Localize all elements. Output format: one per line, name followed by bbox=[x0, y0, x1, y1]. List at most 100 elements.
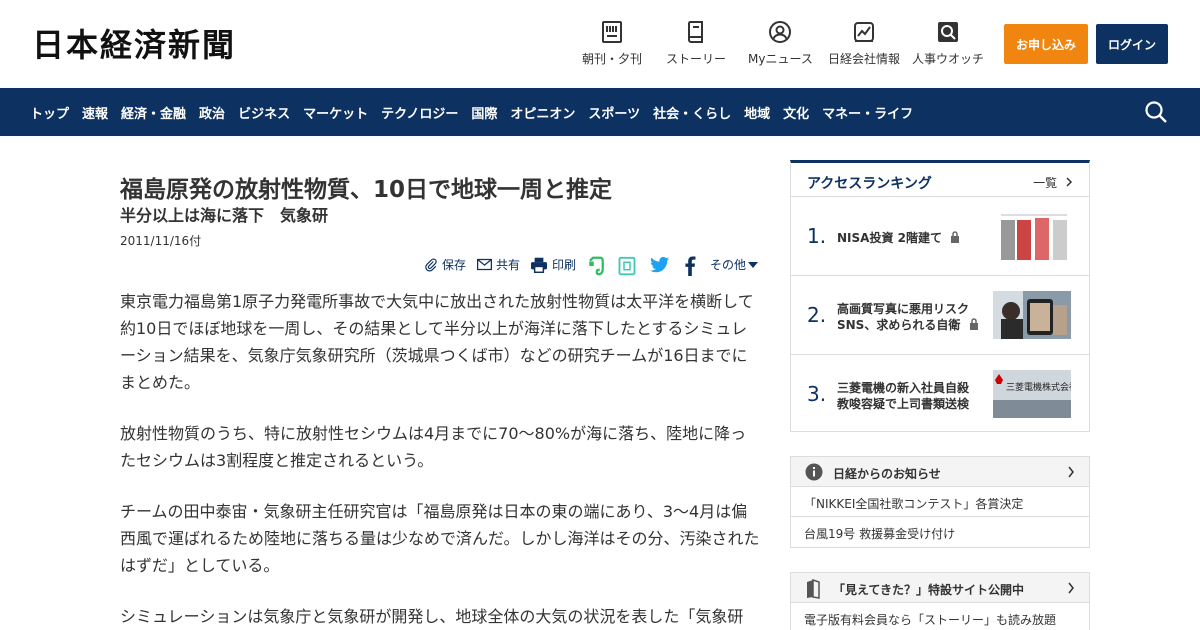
site-logo[interactable]: 日本経済新聞 bbox=[32, 26, 236, 64]
book-icon bbox=[687, 21, 703, 43]
article-paragraph: チームの田中泰宙・気象研主任研究官は「福島原発は日本の東の端にあり、3～4月は偏… bbox=[120, 502, 760, 575]
category-culture[interactable]: 文化 bbox=[783, 103, 809, 122]
site-header: 日本経済新聞 朝刊・夕刊 ストーリー Myニュース 日経会社情報 人事ウオッチ … bbox=[0, 0, 1200, 88]
ranking-title: アクセスランキング bbox=[807, 176, 932, 192]
share-button[interactable]: 共有 bbox=[477, 256, 520, 273]
lock-icon bbox=[951, 231, 960, 243]
nav-label: ストーリー bbox=[666, 52, 727, 66]
notices-header[interactable]: 日経からのお知らせ bbox=[791, 457, 1089, 487]
article-paragraph: シミュレーションは気象庁と気象研が開発し、地球全体の大気の状況を表した「気象研 bbox=[120, 607, 744, 626]
book-icon bbox=[807, 579, 820, 599]
ranking-number: 3. bbox=[807, 382, 827, 406]
login-button[interactable]: ログイン bbox=[1096, 24, 1168, 64]
notice-item[interactable]: 「NIKKEI全国社歌コンテスト」各賞決定 bbox=[791, 487, 1089, 517]
category-top[interactable]: トップ bbox=[30, 103, 69, 122]
search-person-icon bbox=[938, 22, 958, 42]
ranking-headline-line: 教唆容疑で上司書類送検 bbox=[837, 397, 970, 411]
ranking-headline-line: 三菱電機の新入社員自殺 bbox=[837, 381, 970, 395]
article-date: 2011/11/16付 bbox=[120, 234, 202, 248]
category-breaking[interactable]: 速報 bbox=[82, 103, 108, 122]
note-icon[interactable] bbox=[618, 256, 636, 276]
special-header[interactable]: 「見えてきた？」特設サイト公開中 bbox=[791, 573, 1089, 603]
chevron-right-icon bbox=[1068, 582, 1074, 594]
article-paragraph: 東京電力福島第1原子力発電所事故で大気中に放出された放射性物質は太平洋を横断して… bbox=[120, 292, 754, 392]
article-subtitle: 半分以上は海に落下 気象研 bbox=[120, 206, 329, 225]
category-money-life[interactable]: マネー・ライフ bbox=[822, 103, 913, 122]
category-sports[interactable]: スポーツ bbox=[588, 103, 640, 122]
article-paragraph: 放射性物質のうち、特に放射性セシウムは4月までに70～80%が海に落ち、陸地に降… bbox=[120, 424, 747, 470]
more-menu[interactable]: その他 bbox=[710, 256, 762, 273]
printer-icon bbox=[531, 257, 547, 273]
category-politics[interactable]: 政治 bbox=[199, 103, 225, 122]
chart-icon bbox=[854, 22, 874, 42]
category-technology[interactable]: テクノロジー bbox=[381, 103, 458, 122]
ranking-thumbnail bbox=[993, 212, 1071, 260]
nav-company-info[interactable]: 日経会社情報 bbox=[828, 20, 900, 67]
article-title: 福島原発の放射性物質、10日で地球一周と推定 bbox=[120, 177, 613, 203]
save-button[interactable]: 保存 bbox=[424, 256, 466, 273]
lock-icon bbox=[969, 318, 978, 330]
ranking-item-3[interactable]: 3. 三菱電機の新入社員自殺 教唆容疑で上司書類送検 三菱電機株式会社 bbox=[791, 356, 1089, 434]
category-bar: トップ 速報 経済・金融 政治 ビジネス マーケット テクノロジー 国際 オピニ… bbox=[0, 88, 1200, 136]
special-site-box: 「見えてきた？」特設サイト公開中 電子版有料会員なら「ストーリー」も読み放題 bbox=[790, 572, 1090, 630]
ranking-thumbnail: 三菱電機株式会社 bbox=[993, 370, 1071, 418]
save-label: 保存 bbox=[442, 258, 467, 272]
ranking-headline: 三菱電機の新入社員自殺 教唆容疑で上司書類送検 bbox=[837, 380, 987, 412]
access-ranking: アクセスランキング 一覧 1. NISA投資 2階建て 2. 高画質写真に悪用リ… bbox=[790, 160, 1090, 432]
facebook-icon[interactable] bbox=[684, 256, 696, 276]
ranking-all-label: 一覧 bbox=[1033, 176, 1058, 190]
apply-button[interactable]: お申し込み bbox=[1004, 24, 1088, 64]
info-icon bbox=[805, 463, 823, 481]
search-icon[interactable] bbox=[1144, 100, 1168, 124]
ranking-item-1[interactable]: 1. NISA投資 2階建て bbox=[791, 198, 1089, 276]
twitter-icon[interactable] bbox=[650, 256, 670, 274]
clip-icon bbox=[425, 257, 437, 271]
mail-icon bbox=[477, 258, 492, 271]
category-international[interactable]: 国際 bbox=[471, 103, 497, 122]
newspaper-icon bbox=[602, 21, 622, 43]
share-label: 共有 bbox=[496, 258, 521, 272]
ranking-headline: NISA投資 2階建て bbox=[837, 230, 987, 246]
thumbnail-sign-text: 三菱電機株式会社 bbox=[1006, 381, 1071, 393]
category-economy[interactable]: 経済・金融 bbox=[121, 103, 186, 122]
chevron-right-icon bbox=[1066, 177, 1073, 187]
more-label: その他 bbox=[710, 258, 747, 272]
nav-label: 日経会社情報 bbox=[828, 52, 901, 66]
ranking-thumbnail bbox=[993, 291, 1071, 339]
article-toolbar: 保存 共有 印刷 その他 bbox=[0, 256, 760, 278]
nav-label: 人事ウオッチ bbox=[912, 52, 985, 66]
ranking-headline: 高画質写真に悪用リスク SNS、求められる自衛 bbox=[837, 301, 987, 333]
print-button[interactable]: 印刷 bbox=[530, 256, 576, 273]
notices-title: 日経からのお知らせ bbox=[833, 467, 941, 481]
category-region[interactable]: 地域 bbox=[744, 103, 770, 122]
caret-down-icon bbox=[748, 261, 759, 268]
print-label: 印刷 bbox=[552, 258, 577, 272]
category-list: トップ 速報 経済・金融 政治 ビジネス マーケット テクノロジー 国際 オピニ… bbox=[30, 88, 926, 136]
person-icon bbox=[769, 21, 792, 43]
ranking-headline-line: SNS、求められる自衛 bbox=[837, 318, 961, 332]
category-opinion[interactable]: オピニオン bbox=[510, 103, 575, 122]
nav-story[interactable]: ストーリー bbox=[666, 20, 726, 67]
category-market[interactable]: マーケット bbox=[303, 103, 368, 122]
nav-label: 朝刊・夕刊 bbox=[582, 52, 643, 66]
notice-item[interactable]: 台風19号 救援募金受け付け bbox=[791, 517, 1089, 547]
nav-morning-evening[interactable]: 朝刊・夕刊 bbox=[582, 20, 642, 67]
nikkei-notices: 日経からのお知らせ 「NIKKEI全国社歌コンテスト」各賞決定 台風19号 救援… bbox=[790, 456, 1090, 548]
ranking-headline-line: 高画質写真に悪用リスク bbox=[837, 302, 970, 316]
ranking-header: アクセスランキング 一覧 bbox=[791, 163, 1089, 197]
nav-label: Myニュース bbox=[748, 52, 813, 66]
special-title: 「見えてきた？」特設サイト公開中 bbox=[833, 583, 1025, 597]
nav-personnel-watch[interactable]: 人事ウオッチ bbox=[912, 20, 984, 67]
category-society[interactable]: 社会・くらし bbox=[653, 103, 731, 122]
special-item[interactable]: 電子版有料会員なら「ストーリー」も読み放題 bbox=[791, 603, 1089, 630]
article-body: 東京電力福島第1原子力発電所事故で大気中に放出された放射性物質は太平洋を横断して… bbox=[120, 288, 760, 630]
ranking-all-link[interactable]: 一覧 bbox=[1033, 174, 1073, 191]
nav-my-news[interactable]: Myニュース bbox=[748, 20, 813, 67]
category-business[interactable]: ビジネス bbox=[238, 103, 290, 122]
ranking-number: 2. bbox=[807, 303, 827, 327]
ranking-number: 1. bbox=[807, 224, 827, 248]
evernote-icon[interactable] bbox=[587, 256, 605, 276]
ranking-headline-line: NISA投資 2階建て bbox=[837, 231, 942, 245]
chevron-right-icon bbox=[1068, 466, 1074, 478]
ranking-item-2[interactable]: 2. 高画質写真に悪用リスク SNS、求められる自衛 bbox=[791, 277, 1089, 355]
